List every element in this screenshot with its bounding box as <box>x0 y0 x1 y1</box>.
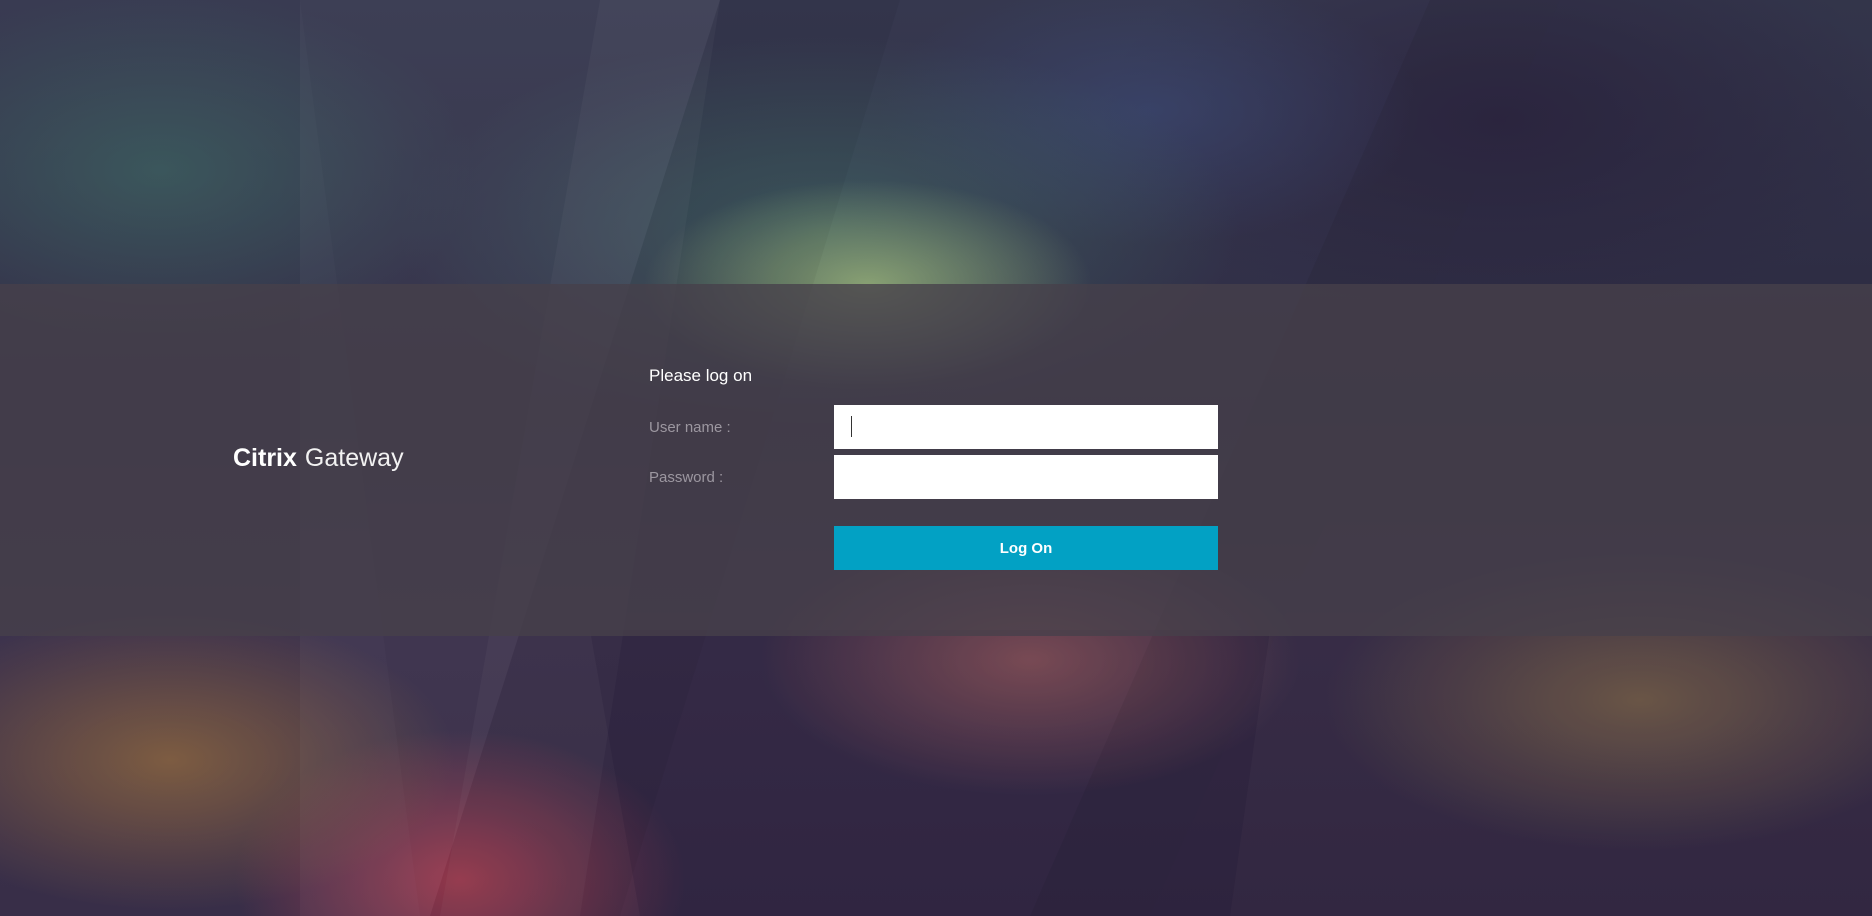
brand-name-light: Gateway <box>304 444 404 472</box>
login-heading: Please log on <box>649 366 753 385</box>
log-on-button[interactable]: Log On <box>834 526 1218 570</box>
text-caret <box>851 416 852 437</box>
username-label: User name : <box>649 419 731 436</box>
brand-name-bold: Citrix <box>233 444 297 472</box>
password-input[interactable] <box>834 455 1218 499</box>
password-label: Password : <box>649 469 724 486</box>
brand-logo: Citrix Gateway <box>233 440 404 476</box>
login-page: Citrix Gateway Please log on User name :… <box>0 0 1872 916</box>
username-input[interactable] <box>834 405 1218 449</box>
